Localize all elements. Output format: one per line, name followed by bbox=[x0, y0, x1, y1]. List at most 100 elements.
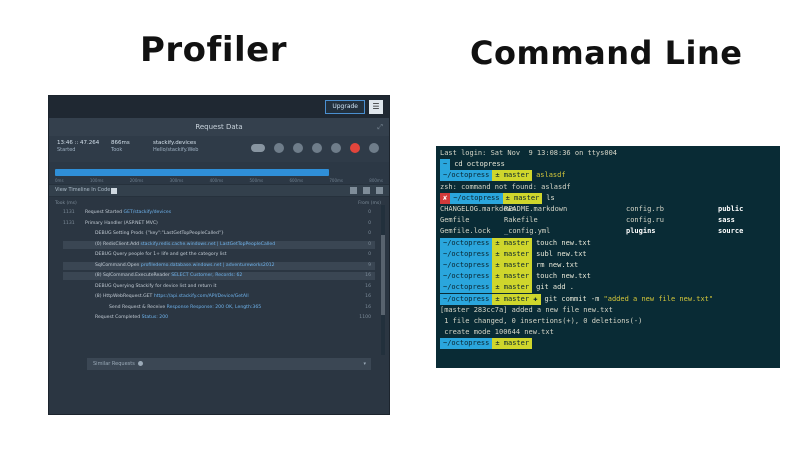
ls-entry: config.ru bbox=[626, 216, 664, 225]
terminal-command[interactable]: touch new.txt bbox=[536, 272, 591, 280]
row-link[interactable]: GET/stackify/devices bbox=[124, 210, 172, 215]
queue-icon[interactable] bbox=[369, 143, 379, 153]
expand-icon[interactable]: ⤢ bbox=[377, 118, 383, 136]
prompt-directory: ~/octopress bbox=[440, 338, 493, 350]
similar-requests-bar[interactable]: Similar Requests ▾ bbox=[87, 358, 371, 370]
timeline-tick: 700ms bbox=[329, 178, 343, 183]
trace-row[interactable]: (8) HttpWebRequest.GET https://api.stack… bbox=[63, 293, 375, 301]
prompt-git-branch: ± master bbox=[492, 170, 533, 182]
terminal-command[interactable]: git commit -m "added a new file new.txt" bbox=[545, 295, 714, 303]
ls-entry: config.rb bbox=[626, 205, 664, 213]
command-text: ls bbox=[546, 193, 555, 202]
profiler-heading: Profiler bbox=[140, 30, 287, 70]
prompt-directory: ~/octopress bbox=[440, 293, 493, 305]
trace-row[interactable]: SqlCommand.Open profiledemo.database.win… bbox=[63, 261, 375, 270]
row-num: 1100 bbox=[359, 315, 371, 320]
terminal-command[interactable]: rm new.txt bbox=[536, 261, 578, 269]
trace-row[interactable]: Send Request & Receive Response Response… bbox=[63, 304, 375, 312]
timeline-ticks: 0ms 100ms 200ms 300ms 400ms 500ms 600ms 700ms 80… bbox=[55, 178, 383, 183]
terminal-command[interactable]: touch new.txt bbox=[536, 239, 591, 247]
terminal-line: ~/octopress ± master rm new.txt bbox=[440, 260, 776, 271]
trace-row[interactable]: 1131 Primary Handler (ASP.NET MVC) 0 bbox=[63, 220, 375, 228]
stat-value: 866ms bbox=[111, 140, 130, 146]
row-label: DEBUG Query people for 1+ life and get t… bbox=[95, 252, 227, 257]
stat-label: Took bbox=[111, 147, 123, 153]
terminal-line: zsh: command not found: aslasdf bbox=[440, 182, 776, 193]
terminal-line: ~/octopress ± master git add . bbox=[440, 282, 776, 294]
row-link[interactable]: SELECT Customer, Records: 62 bbox=[171, 273, 242, 278]
toolbar-icons bbox=[350, 187, 383, 194]
trace-row[interactable]: 1131 Request Started GET/stackify/devices… bbox=[63, 209, 375, 217]
error-indicator: ✘ bbox=[440, 192, 451, 204]
row-text: Send Request & Receive Response Response… bbox=[109, 304, 261, 312]
terminal-output: create mode 100644 new.txt bbox=[440, 328, 554, 337]
error-icon[interactable] bbox=[350, 143, 360, 153]
trace-row[interactable]: (8) SqlCommand.ExecuteReader SELECT Cust… bbox=[63, 272, 375, 280]
row-num: 0 bbox=[368, 231, 371, 236]
terminal-line: [master 283cc7a] added a new file new.tx… bbox=[440, 305, 776, 316]
web-request-icon[interactable] bbox=[331, 143, 341, 153]
trace-head-took: Took (ms) bbox=[55, 201, 77, 206]
trace-row[interactable]: DEBUG Query people for 1+ life and get t… bbox=[63, 251, 375, 259]
request-data-title: Request Data ⤢ bbox=[49, 118, 389, 136]
terminal-line: ~/octopress ± master touch new.txt bbox=[440, 271, 776, 283]
row-link[interactable]: Status: 200 bbox=[142, 315, 168, 320]
timeline-bar[interactable] bbox=[55, 169, 329, 176]
row-link[interactable]: profiledemo.database.windows.net | adven… bbox=[141, 263, 275, 268]
trace-row[interactable]: DEBUG Setting Prods {"key":"LastGetTopPe… bbox=[63, 230, 375, 238]
command-text: rm new.txt bbox=[536, 261, 579, 269]
row-text: (8) HttpWebRequest.GET https://api.stack… bbox=[95, 293, 249, 301]
logs-badge-icon[interactable] bbox=[251, 144, 265, 152]
command-text: git commit -m bbox=[544, 294, 604, 303]
copy-icon[interactable] bbox=[363, 187, 370, 194]
stat-value: 13:46 :: 47.264 bbox=[57, 140, 100, 146]
trace-row[interactable]: Request Completed Status: 200 1100 bbox=[63, 314, 375, 322]
terminal-line: Gemfile Rakefile config.ru sass bbox=[440, 215, 776, 226]
similar-requests-label: Similar Requests bbox=[93, 358, 144, 370]
cache-icon[interactable] bbox=[312, 143, 322, 153]
terminal-command[interactable]: cd octopress bbox=[454, 160, 505, 168]
row-text: Primary Handler (ASP.NET MVC) bbox=[85, 220, 158, 228]
row-label: (8) HttpWebRequest.GET bbox=[95, 294, 154, 299]
row-link[interactable]: Response Response: 200 OK, Length:365 bbox=[167, 305, 262, 310]
row-link[interactable]: stackify.redis.cache.windows.net | LastG… bbox=[140, 242, 275, 247]
timeline-tick: 800ms bbox=[369, 178, 383, 183]
prompt-directory: ~/octopress bbox=[440, 237, 493, 249]
ls-entry: Gemfile.lock bbox=[440, 227, 491, 236]
timeline-tick: 600ms bbox=[289, 178, 304, 183]
ls-entry: Gemfile bbox=[440, 216, 470, 225]
trace-scrollbar[interactable] bbox=[381, 205, 385, 355]
timeline-toggle[interactable] bbox=[111, 188, 117, 194]
terminal-command[interactable]: aslasdf bbox=[536, 171, 566, 179]
trace-row[interactable]: (0) RedisClient.Add stackify.redis.cache… bbox=[63, 240, 375, 249]
chevron-down-icon[interactable]: ▾ bbox=[363, 358, 366, 370]
prompt-git-branch: ± master bbox=[492, 260, 533, 271]
terminal-command[interactable]: subl new.txt bbox=[536, 250, 587, 258]
gear-icon[interactable] bbox=[274, 143, 284, 153]
command-text: touch new.txt bbox=[536, 238, 591, 247]
scrollbar-thumb[interactable] bbox=[381, 235, 385, 315]
row-num: 9 bbox=[368, 262, 371, 268]
row-num: 16 bbox=[365, 294, 371, 299]
ls-entry: sass bbox=[718, 216, 735, 225]
terminal-output: zsh: command not found: aslasdf bbox=[440, 182, 571, 191]
terminal-command[interactable]: git add . bbox=[536, 283, 574, 291]
prompt-directory: ~/octopress bbox=[440, 248, 493, 260]
stat-label: Hello/stackify.Web bbox=[153, 147, 199, 153]
terminal-command[interactable]: ls bbox=[546, 194, 554, 202]
download-icon[interactable] bbox=[350, 187, 357, 194]
similar-requests-text: Similar Requests bbox=[93, 361, 135, 367]
timeline-tick: 300ms bbox=[169, 178, 184, 183]
upgrade-button[interactable]: Upgrade bbox=[325, 100, 365, 114]
trace-row[interactable]: DEBUG Querying Stackify for device list … bbox=[63, 283, 375, 291]
menu-icon[interactable]: ☰ bbox=[369, 100, 383, 114]
row-text: SqlCommand.Open profiledemo.database.win… bbox=[95, 262, 275, 270]
filter-icon[interactable] bbox=[376, 187, 383, 194]
database-icon[interactable] bbox=[293, 143, 303, 153]
prompt-directory: ~/octopress bbox=[440, 260, 493, 271]
row-label: Send Request & Receive bbox=[109, 304, 167, 310]
category-icons bbox=[251, 143, 379, 153]
row-label: DEBUG Setting Prods {"key":"LastGetTopPe… bbox=[95, 231, 224, 236]
row-link[interactable]: https://api.stackify.com/API/Device/GetA… bbox=[154, 294, 249, 299]
row-label: (0) RedisClient.Add bbox=[95, 241, 141, 247]
